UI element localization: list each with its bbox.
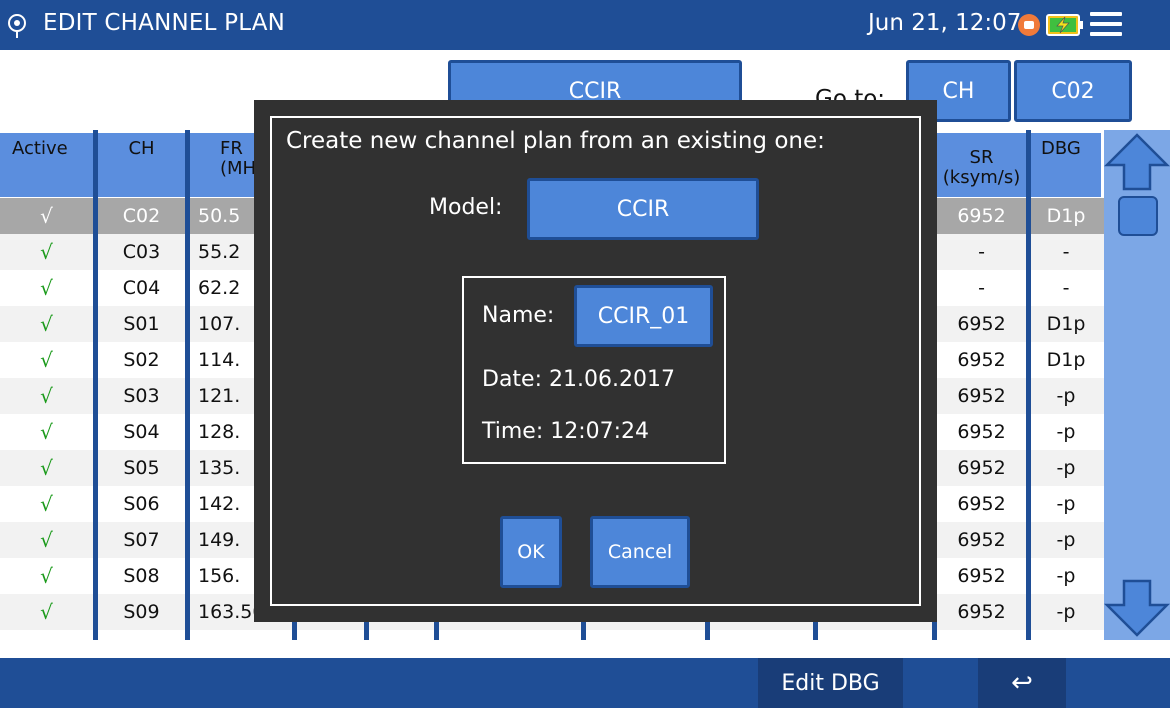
cell-sr: 6952	[957, 601, 1006, 623]
cancel-button[interactable]: Cancel	[590, 516, 690, 588]
cell-freq: 156.	[198, 565, 241, 587]
cell-active: √	[40, 312, 53, 336]
cell-dbg: -p	[1056, 493, 1076, 515]
cell-ch: C03	[122, 241, 161, 263]
column-divider	[1026, 130, 1031, 640]
cell-active: √	[40, 528, 53, 552]
back-button[interactable]: ↩	[978, 658, 1066, 708]
cell-sr: 6952	[957, 493, 1006, 515]
header-sr: SR (ksym/s)	[937, 133, 1026, 197]
goto-channel-button[interactable]: C02	[1014, 60, 1132, 122]
cell-dbg: -	[1062, 241, 1070, 263]
cell-active: √	[40, 456, 53, 480]
header-sr-line1: SR	[969, 147, 994, 168]
model-label: Model:	[429, 195, 503, 220]
cell-active: √	[40, 384, 53, 408]
cell-freq: 50.5	[198, 205, 241, 227]
cell-freq: 55.2	[198, 241, 241, 263]
cell-sr: 6952	[957, 421, 1006, 443]
name-input-button[interactable]: CCIR_01	[574, 285, 713, 347]
cell-ch: C04	[122, 277, 161, 299]
page-title: EDIT CHANNEL PLAN	[43, 10, 286, 36]
cell-freq: 149.	[198, 529, 241, 551]
ok-button[interactable]: OK	[500, 516, 562, 588]
cell-dbg: -	[1062, 277, 1070, 299]
cell-sr: 6952	[957, 349, 1006, 371]
cell-freq: 107.	[198, 313, 241, 335]
header-ch: CH	[98, 133, 185, 197]
name-info-box: Name: CCIR_01 Date: 21.06.2017 Time: 12:…	[462, 276, 726, 464]
cell-sr: 6952	[957, 457, 1006, 479]
cell-sr: 6952	[957, 385, 1006, 407]
scroll-down-icon[interactable]	[1104, 578, 1170, 638]
cell-ch: S01	[123, 313, 160, 335]
header-freq: FR (MH	[190, 133, 257, 197]
cell-active: √	[40, 240, 53, 264]
menu-icon[interactable]	[1090, 12, 1122, 38]
cell-ch: S05	[123, 457, 160, 479]
cell-dbg: -p	[1056, 529, 1076, 551]
cell-active: √	[40, 492, 53, 516]
cell-sr: -	[978, 277, 985, 299]
cell-dbg: -p	[1056, 601, 1076, 623]
cell-ch: S04	[123, 421, 160, 443]
scroll-thumb[interactable]	[1118, 196, 1158, 236]
cell-active: √	[40, 204, 53, 228]
dialog-prompt: Create new channel plan from an existing…	[286, 128, 825, 154]
header-sr-line2: (ksym/s)	[942, 167, 1021, 188]
cell-dbg: D1p	[1046, 313, 1086, 335]
header-freq-line2: (MH	[220, 158, 257, 179]
cell-freq: 128.	[198, 421, 241, 443]
cell-freq: 62.2	[198, 277, 241, 299]
table-scrollbar[interactable]	[1104, 130, 1170, 640]
cell-sr: 6952	[957, 529, 1006, 551]
cell-sr: 6952	[957, 313, 1006, 335]
datetime-display: Jun 21, 12:07	[868, 10, 1022, 36]
cell-active: √	[40, 276, 53, 300]
time-text: Time: 12:07:24	[482, 419, 650, 444]
cell-freq: 142.	[198, 493, 241, 515]
cell-dbg: D1p	[1046, 349, 1086, 371]
battery-charging-icon	[1046, 14, 1083, 36]
cell-dbg: -p	[1056, 565, 1076, 587]
cell-ch: S06	[123, 493, 160, 515]
cell-freq: 135.	[198, 457, 241, 479]
record-icon[interactable]	[1018, 14, 1040, 36]
create-plan-dialog: Create new channel plan from an existing…	[254, 100, 937, 622]
date-text: Date: 21.06.2017	[482, 367, 675, 392]
cell-dbg: D1p	[1046, 205, 1086, 227]
cell-active: √	[40, 348, 53, 372]
cell-sr: 6952	[957, 205, 1006, 227]
column-divider	[93, 130, 98, 640]
model-select-button[interactable]: CCIR	[527, 178, 759, 240]
cell-dbg: -p	[1056, 385, 1076, 407]
cell-ch: C02	[122, 205, 161, 227]
cell-dbg: -p	[1056, 457, 1076, 479]
antenna-icon	[8, 14, 26, 38]
scroll-up-icon[interactable]	[1104, 132, 1170, 192]
cell-freq: 163.50	[198, 601, 265, 623]
header-bar: EDIT CHANNEL PLAN Jun 21, 12:07	[0, 0, 1170, 50]
header-freq-line1: FR	[220, 138, 243, 159]
cell-ch: S02	[123, 349, 160, 371]
header-active: Active	[0, 133, 93, 197]
cell-ch: S09	[123, 601, 160, 623]
cell-dbg: -p	[1056, 421, 1076, 443]
cell-ch: S03	[123, 385, 160, 407]
edit-dbg-button[interactable]: Edit DBG	[758, 658, 903, 708]
column-divider	[185, 130, 190, 640]
name-label: Name:	[482, 303, 555, 328]
cell-freq: 121.	[198, 385, 241, 407]
cell-sr: 6952	[957, 565, 1006, 587]
cell-active: √	[40, 564, 53, 588]
cell-sr: -	[978, 241, 985, 263]
header-dbg: DBG	[1031, 133, 1101, 197]
cell-ch: S07	[123, 529, 160, 551]
cell-active: √	[40, 600, 53, 624]
cell-ch: S08	[123, 565, 160, 587]
cell-freq: 114.	[198, 349, 241, 371]
cell-active: √	[40, 420, 53, 444]
